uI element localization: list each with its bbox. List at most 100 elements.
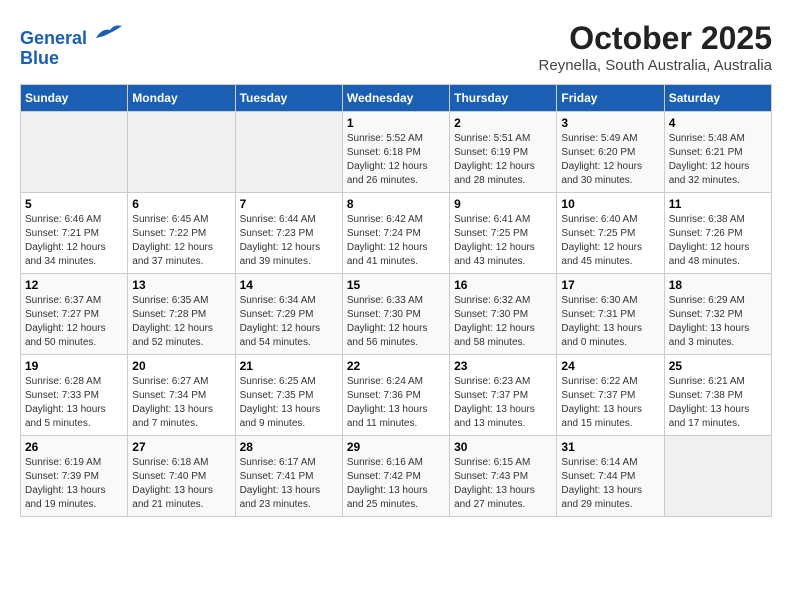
day-info: Sunrise: 6:24 AM Sunset: 7:36 PM Dayligh… (347, 375, 445, 431)
day-info: Sunrise: 6:32 AM Sunset: 7:30 PM Dayligh… (454, 294, 552, 350)
weekday-header-thursday: Thursday (450, 85, 557, 112)
week-row-4: 19Sunrise: 6:28 AM Sunset: 7:33 PM Dayli… (21, 355, 772, 436)
logo-general: General (20, 28, 87, 48)
day-number: 5 (25, 197, 123, 211)
day-number: 6 (132, 197, 230, 211)
day-info: Sunrise: 6:45 AM Sunset: 7:22 PM Dayligh… (132, 213, 230, 269)
day-info: Sunrise: 6:29 AM Sunset: 7:32 PM Dayligh… (669, 294, 767, 350)
page-title: October 2025 (539, 20, 772, 57)
page-header: General Blue October 2025 Reynella, Sout… (20, 20, 772, 74)
day-number: 28 (240, 440, 338, 454)
day-number: 22 (347, 359, 445, 373)
day-info: Sunrise: 6:37 AM Sunset: 7:27 PM Dayligh… (25, 294, 123, 350)
day-number: 26 (25, 440, 123, 454)
day-info: Sunrise: 6:19 AM Sunset: 7:39 PM Dayligh… (25, 456, 123, 512)
page-subtitle: Reynella, South Australia, Australia (539, 57, 772, 74)
day-info: Sunrise: 5:51 AM Sunset: 6:19 PM Dayligh… (454, 132, 552, 188)
week-row-1: 1 Sunrise: 5:52 AM Sunset: 6:18 PM Daylig… (21, 112, 772, 193)
day-number: 27 (132, 440, 230, 454)
day-number: 10 (561, 197, 659, 211)
calendar-table: SundayMondayTuesdayWednesdayThursdayFrid… (20, 84, 772, 517)
day-number: 16 (454, 278, 552, 292)
calendar-cell: 20 Sunrise: 6:27 AM Sunset: 7:34 PM Dayli… (128, 355, 235, 436)
calendar-cell: 31 Sunrise: 6:14 AM Sunset: 7:44 PM Dayli… (557, 436, 664, 517)
day-info: Sunrise: 6:17 AM Sunset: 7:41 PM Dayligh… (240, 456, 338, 512)
calendar-cell: 19Sunrise: 6:28 AM Sunset: 7:33 PM Dayli… (21, 355, 128, 436)
calendar-cell: 13 Sunrise: 6:35 AM Sunset: 7:28 PM Dayli… (128, 274, 235, 355)
calendar-cell (128, 112, 235, 193)
calendar-cell: 11 Sunrise: 6:38 AM Sunset: 7:26 PM Dayli… (664, 193, 771, 274)
day-number: 23 (454, 359, 552, 373)
calendar-cell: 1 Sunrise: 5:52 AM Sunset: 6:18 PM Daylig… (342, 112, 449, 193)
day-info: Sunrise: 6:38 AM Sunset: 7:26 PM Dayligh… (669, 213, 767, 269)
calendar-cell: 26 Sunrise: 6:19 AM Sunset: 7:39 PM Dayli… (21, 436, 128, 517)
day-number: 9 (454, 197, 552, 211)
day-number: 13 (132, 278, 230, 292)
calendar-cell: 8Sunrise: 6:42 AM Sunset: 7:24 PM Daylig… (342, 193, 449, 274)
day-info: Sunrise: 6:27 AM Sunset: 7:34 PM Dayligh… (132, 375, 230, 431)
calendar-cell: 6 Sunrise: 6:45 AM Sunset: 7:22 PM Daylig… (128, 193, 235, 274)
calendar-cell: 30 Sunrise: 6:15 AM Sunset: 7:43 PM Dayli… (450, 436, 557, 517)
day-info: Sunrise: 6:33 AM Sunset: 7:30 PM Dayligh… (347, 294, 445, 350)
day-number: 17 (561, 278, 659, 292)
day-number: 18 (669, 278, 767, 292)
day-info: Sunrise: 5:49 AM Sunset: 6:20 PM Dayligh… (561, 132, 659, 188)
day-number: 31 (561, 440, 659, 454)
day-number: 19 (25, 359, 123, 373)
calendar-cell: 18 Sunrise: 6:29 AM Sunset: 7:32 PM Dayli… (664, 274, 771, 355)
calendar-cell (235, 112, 342, 193)
calendar-cell: 17Sunrise: 6:30 AM Sunset: 7:31 PM Dayli… (557, 274, 664, 355)
day-number: 11 (669, 197, 767, 211)
week-row-5: 26 Sunrise: 6:19 AM Sunset: 7:39 PM Dayli… (21, 436, 772, 517)
calendar-cell: 12 Sunrise: 6:37 AM Sunset: 7:27 PM Dayli… (21, 274, 128, 355)
calendar-cell (21, 112, 128, 193)
day-number: 3 (561, 116, 659, 130)
weekday-header-monday: Monday (128, 85, 235, 112)
calendar-cell: 2 Sunrise: 5:51 AM Sunset: 6:19 PM Daylig… (450, 112, 557, 193)
calendar-cell: 7 Sunrise: 6:44 AM Sunset: 7:23 PM Daylig… (235, 193, 342, 274)
day-info: Sunrise: 6:22 AM Sunset: 7:37 PM Dayligh… (561, 375, 659, 431)
day-number: 24 (561, 359, 659, 373)
day-number: 7 (240, 197, 338, 211)
day-info: Sunrise: 6:14 AM Sunset: 7:44 PM Dayligh… (561, 456, 659, 512)
day-number: 25 (669, 359, 767, 373)
calendar-cell: 21Sunrise: 6:25 AM Sunset: 7:35 PM Dayli… (235, 355, 342, 436)
day-info: Sunrise: 6:16 AM Sunset: 7:42 PM Dayligh… (347, 456, 445, 512)
day-info: Sunrise: 5:48 AM Sunset: 6:21 PM Dayligh… (669, 132, 767, 188)
calendar-cell: 23 Sunrise: 6:23 AM Sunset: 7:37 PM Dayli… (450, 355, 557, 436)
day-info: Sunrise: 6:15 AM Sunset: 7:43 PM Dayligh… (454, 456, 552, 512)
calendar-cell: 25Sunrise: 6:21 AM Sunset: 7:38 PM Dayli… (664, 355, 771, 436)
logo-blue: Blue (20, 48, 59, 68)
day-number: 4 (669, 116, 767, 130)
day-number: 2 (454, 116, 552, 130)
day-number: 15 (347, 278, 445, 292)
calendar-cell: 9Sunrise: 6:41 AM Sunset: 7:25 PM Daylig… (450, 193, 557, 274)
day-number: 29 (347, 440, 445, 454)
calendar-cell: 10Sunrise: 6:40 AM Sunset: 7:25 PM Dayli… (557, 193, 664, 274)
calendar-cell: 24 Sunrise: 6:22 AM Sunset: 7:37 PM Dayli… (557, 355, 664, 436)
weekday-header-tuesday: Tuesday (235, 85, 342, 112)
day-info: Sunrise: 6:18 AM Sunset: 7:40 PM Dayligh… (132, 456, 230, 512)
calendar-cell: 28 Sunrise: 6:17 AM Sunset: 7:41 PM Dayli… (235, 436, 342, 517)
day-info: Sunrise: 5:52 AM Sunset: 6:18 PM Dayligh… (347, 132, 445, 188)
week-row-3: 12 Sunrise: 6:37 AM Sunset: 7:27 PM Dayli… (21, 274, 772, 355)
calendar-cell: 27 Sunrise: 6:18 AM Sunset: 7:40 PM Dayli… (128, 436, 235, 517)
day-number: 20 (132, 359, 230, 373)
title-block: October 2025 Reynella, South Australia, … (539, 20, 772, 74)
calendar-cell: 29 Sunrise: 6:16 AM Sunset: 7:42 PM Dayli… (342, 436, 449, 517)
day-number: 1 (347, 116, 445, 130)
logo-bird-icon (94, 20, 124, 44)
day-number: 30 (454, 440, 552, 454)
day-info: Sunrise: 6:35 AM Sunset: 7:28 PM Dayligh… (132, 294, 230, 350)
day-number: 12 (25, 278, 123, 292)
day-info: Sunrise: 6:23 AM Sunset: 7:37 PM Dayligh… (454, 375, 552, 431)
weekday-header-sunday: Sunday (21, 85, 128, 112)
calendar-cell (664, 436, 771, 517)
calendar-cell: 14Sunrise: 6:34 AM Sunset: 7:29 PM Dayli… (235, 274, 342, 355)
weekday-header-row: SundayMondayTuesdayWednesdayThursdayFrid… (21, 85, 772, 112)
day-info: Sunrise: 6:44 AM Sunset: 7:23 PM Dayligh… (240, 213, 338, 269)
day-info: Sunrise: 6:42 AM Sunset: 7:24 PM Dayligh… (347, 213, 445, 269)
weekday-header-friday: Friday (557, 85, 664, 112)
calendar-cell: 16 Sunrise: 6:32 AM Sunset: 7:30 PM Dayli… (450, 274, 557, 355)
weekday-header-wednesday: Wednesday (342, 85, 449, 112)
